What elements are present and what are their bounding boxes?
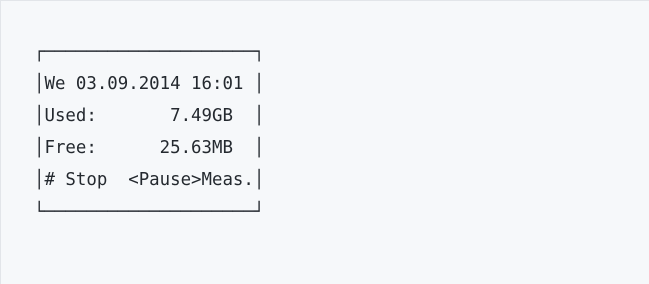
lcd-display: ┌────────────────────┐ │We 03.09.2014 16:…: [34, 36, 264, 228]
lcd-border-top: ┌────────────────────┐: [34, 42, 265, 62]
code-block: ┌────────────────────┐ │We 03.09.2014 16:…: [0, 0, 649, 284]
lcd-border-bottom: └────────────────────┘: [34, 202, 265, 222]
lcd-line-free: │Free: 25.63MB │: [34, 138, 265, 158]
lcd-line-used: │Used: 7.49GB │: [34, 106, 265, 126]
lcd-line-menu: │# Stop <Pause>Meas.│: [34, 170, 265, 190]
lcd-line-datetime: │We 03.09.2014 16:01 │: [34, 74, 265, 94]
